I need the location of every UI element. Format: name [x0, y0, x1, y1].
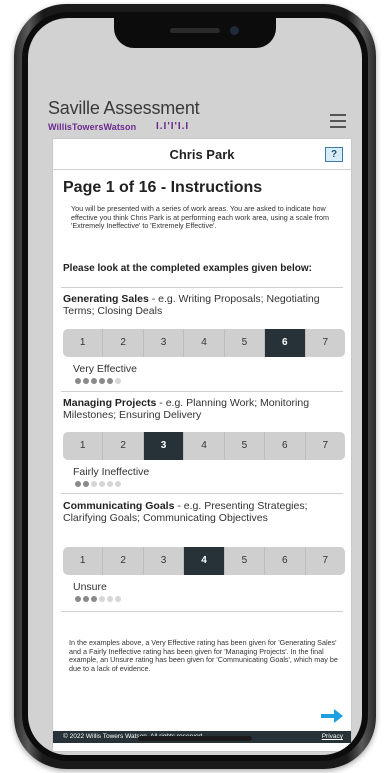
rating-dot [115, 481, 121, 487]
rating-option-3[interactable]: 3 [143, 329, 185, 357]
rating-dot [99, 481, 105, 487]
rating-option-3[interactable]: 3 [143, 432, 185, 460]
rating-option-1[interactable]: 1 [63, 547, 104, 575]
divider [61, 611, 343, 612]
privacy-link[interactable]: Privacy [322, 731, 343, 743]
rating-label: Unsure [73, 581, 107, 593]
rating-dot [107, 481, 113, 487]
front-camera [230, 26, 239, 35]
rating-label: Very Effective [73, 363, 138, 375]
rating-dot [99, 596, 105, 602]
home-indicator [138, 736, 252, 741]
rating-dots [75, 596, 121, 602]
rating-option-4[interactable]: 4 [184, 432, 225, 460]
rating-option-2[interactable]: 2 [103, 329, 144, 357]
brand-logo-mark: I.I'I'I.I [156, 121, 190, 132]
rating-dot [99, 378, 105, 384]
rated-person-name: Chris Park [169, 147, 235, 162]
rating-dot [83, 481, 89, 487]
rating-dot [91, 596, 97, 602]
instructions-card: Chris Park ? Page 1 of 16 - Instructions… [52, 138, 352, 752]
rating-scale: 1234567 [63, 329, 345, 357]
rating-dots [75, 481, 121, 487]
card-header: Chris Park ? [53, 139, 351, 170]
intro-text: You will be presented with a series of w… [71, 204, 329, 231]
rating-option-5[interactable]: 5 [224, 329, 266, 357]
work-area-name: Communicating Goals [63, 500, 175, 512]
rating-dots [75, 378, 121, 384]
divider [61, 391, 343, 392]
rating-option-5[interactable]: 5 [224, 547, 266, 575]
rating-option-2[interactable]: 2 [103, 432, 144, 460]
help-icon[interactable]: ? [325, 147, 343, 162]
brand-subtitle: WillisTowersWatson [48, 122, 137, 132]
rating-option-4[interactable]: 4 [184, 329, 225, 357]
rating-dot [107, 378, 113, 384]
rating-option-4[interactable]: 4 [184, 547, 225, 575]
rating-option-6[interactable]: 6 [265, 432, 306, 460]
work-area-title: Managing Projects - e.g. Planning Work; … [63, 397, 345, 421]
arrow-right-icon[interactable] [321, 709, 343, 723]
rating-dot [75, 378, 81, 384]
rating-option-1[interactable]: 1 [63, 329, 104, 357]
rating-option-1[interactable]: 1 [63, 432, 104, 460]
brand-title: Saville Assessment [48, 98, 200, 118]
work-area-name: Generating Sales [63, 293, 149, 305]
rating-option-3[interactable]: 3 [143, 547, 185, 575]
rating-dot [83, 378, 89, 384]
page-title: Page 1 of 16 - Instructions [63, 179, 263, 196]
rating-option-5[interactable]: 5 [224, 432, 266, 460]
divider [61, 287, 343, 288]
phone-notch [114, 18, 276, 48]
work-area-title: Generating Sales - e.g. Writing Proposal… [63, 293, 345, 317]
rating-dot [115, 378, 121, 384]
rating-option-6[interactable]: 6 [265, 329, 306, 357]
work-area-name: Managing Projects [63, 397, 157, 409]
rating-label: Fairly Ineffective [73, 466, 150, 478]
rating-option-7[interactable]: 7 [305, 432, 345, 460]
rating-dot [75, 596, 81, 602]
rating-dot [75, 481, 81, 487]
rating-dot [91, 378, 97, 384]
examples-heading: Please look at the completed examples gi… [63, 263, 312, 274]
summary-text: In the examples above, a Very Effective … [69, 638, 338, 673]
rating-dot [115, 596, 121, 602]
phone-screen: Saville Assessment WillisTowersWatson I.… [28, 18, 362, 755]
rating-option-6[interactable]: 6 [265, 547, 306, 575]
speaker-grille [170, 28, 220, 33]
rating-dot [83, 596, 89, 602]
rating-option-7[interactable]: 7 [305, 547, 345, 575]
hamburger-menu-icon[interactable] [330, 114, 346, 128]
rating-dot [107, 596, 113, 602]
work-area-title: Communicating Goals - e.g. Presenting St… [63, 500, 345, 524]
rating-dot [91, 481, 97, 487]
rating-scale: 1234567 [63, 547, 345, 575]
rating-option-2[interactable]: 2 [103, 547, 144, 575]
rating-scale: 1234567 [63, 432, 345, 460]
divider [61, 493, 343, 494]
rating-option-7[interactable]: 7 [305, 329, 345, 357]
